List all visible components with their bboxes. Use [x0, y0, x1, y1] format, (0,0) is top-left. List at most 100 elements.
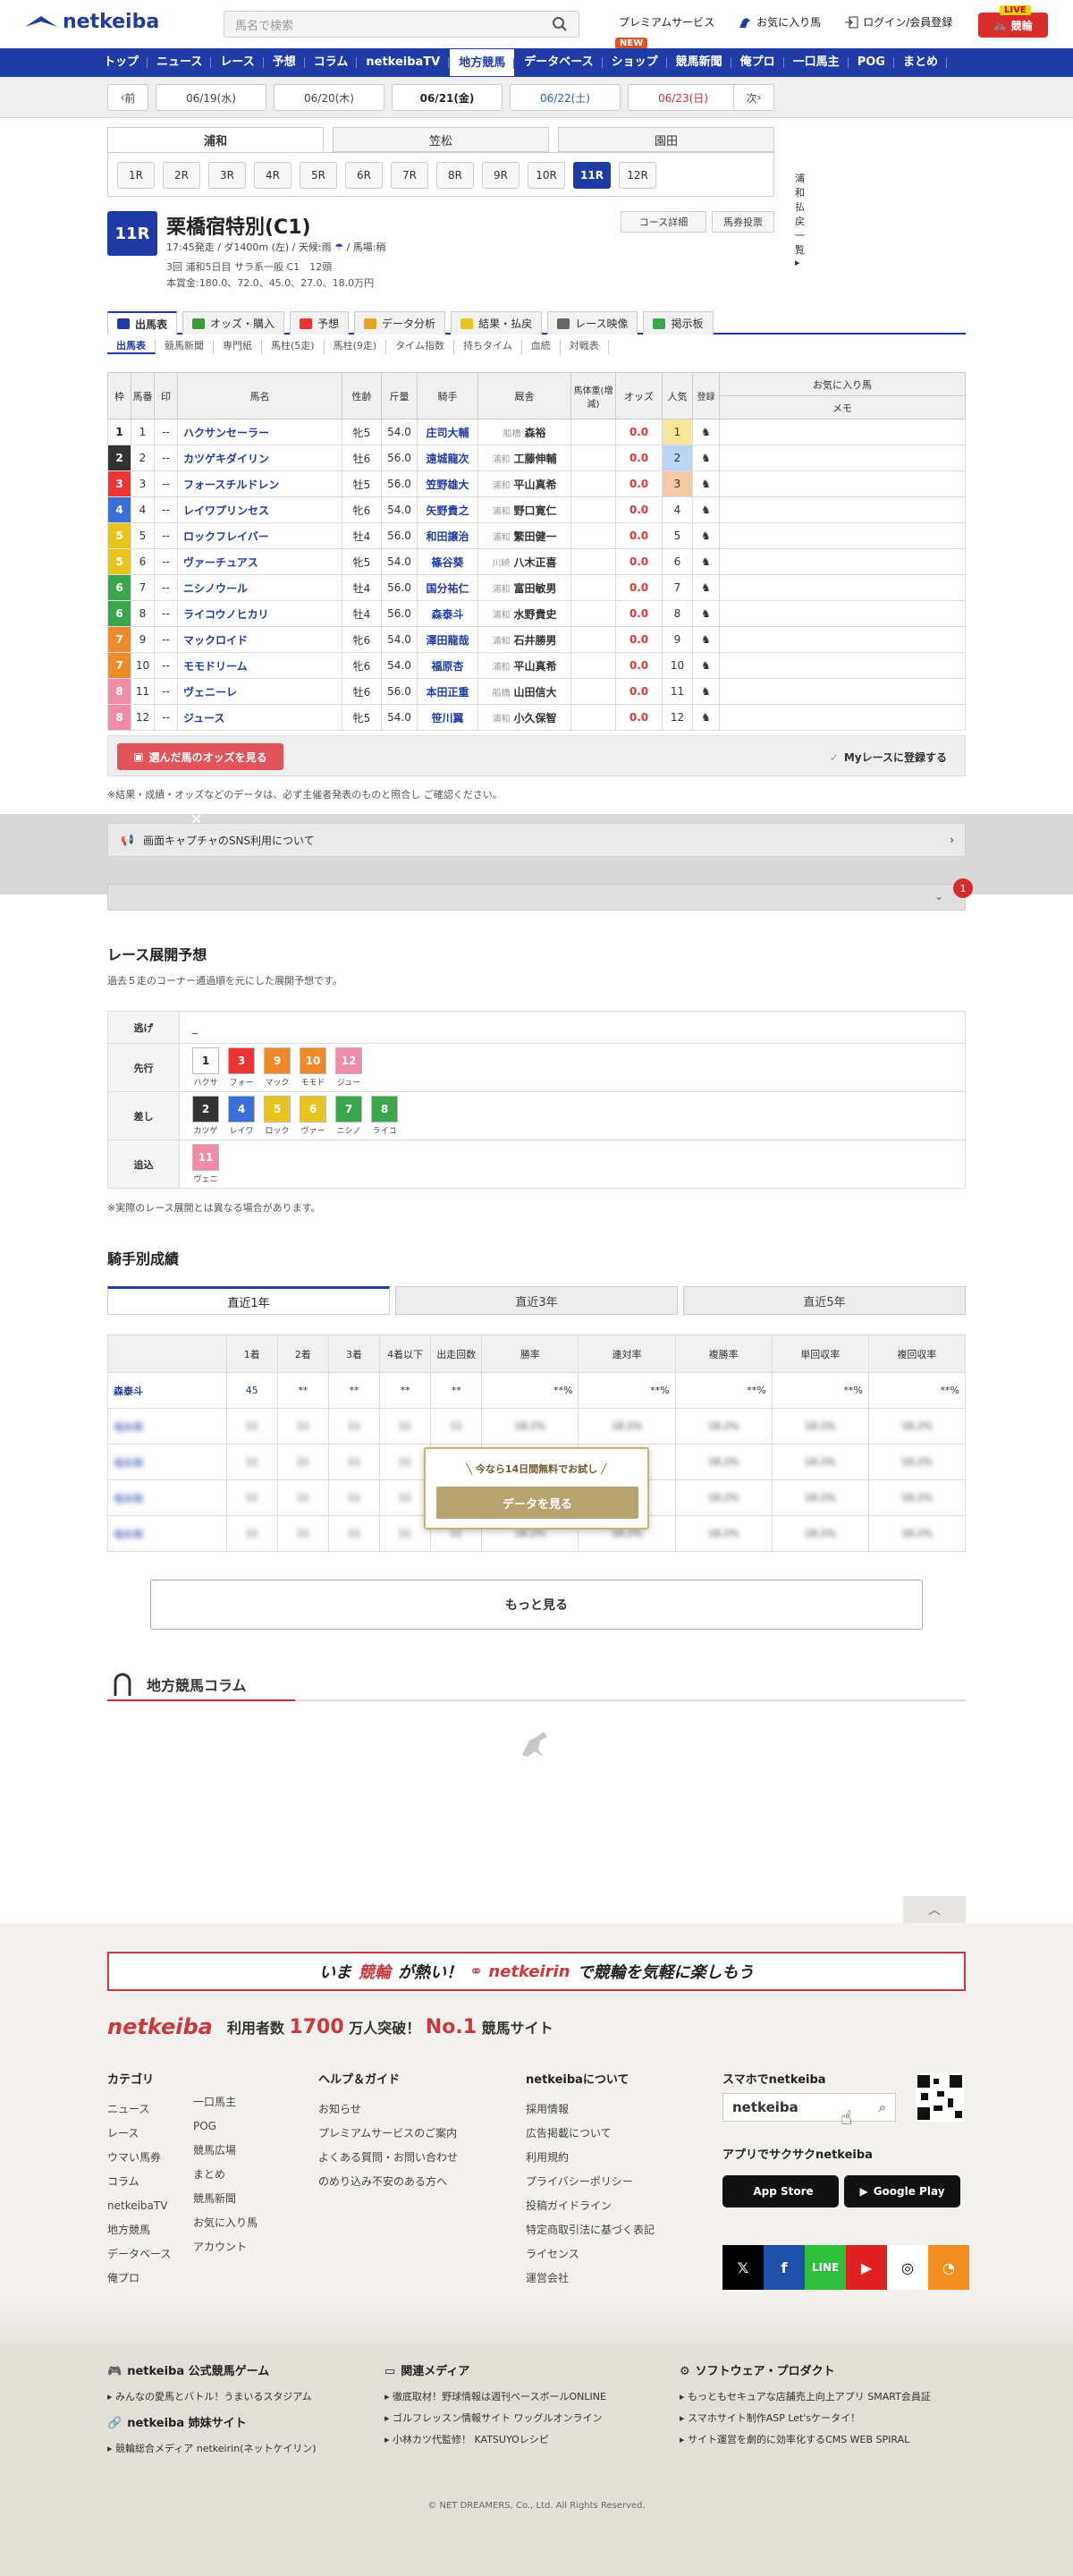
memo-cell[interactable]	[719, 626, 966, 653]
register-cell[interactable]: ♞	[692, 445, 720, 471]
register-horse-icon[interactable]: ♞	[701, 581, 711, 594]
memo-cell[interactable]	[719, 548, 966, 575]
horse-chip[interactable]: 3 フォー	[228, 1047, 255, 1088]
date-tab[interactable]: 06/19(水)	[156, 84, 266, 111]
register-cell[interactable]: ♞	[692, 548, 720, 575]
footer-media-link[interactable]: ▸ ゴルフレッスン情報サイト ワッグルオンライン	[384, 2408, 606, 2429]
appstore-button[interactable]: App Store	[722, 2175, 839, 2207]
trainer-cell[interactable]: 浦和 繁田健一	[477, 522, 571, 549]
sister-link[interactable]: ▸ 競輪総合メディア netkeirin(ネットケイリン)	[107, 2438, 317, 2460]
mark-cell[interactable]: --	[154, 548, 178, 575]
race-button[interactable]: 8R	[436, 162, 474, 189]
mark-cell[interactable]: --	[154, 445, 178, 471]
footer-link[interactable]: ライセンス	[526, 2242, 655, 2267]
horse-chip[interactable]: 6 ヴァー	[300, 1096, 326, 1136]
favorite-horses-link[interactable]: お気に入り馬	[738, 14, 821, 30]
memo-cell[interactable]	[719, 419, 966, 445]
register-cell[interactable]: ♞	[692, 704, 720, 731]
mark-cell[interactable]: --	[154, 652, 178, 679]
jockey-link[interactable]: 澤田龍哉	[417, 626, 478, 653]
jockey-link[interactable]: 笹川翼	[417, 704, 478, 731]
date-tab-active[interactable]: 06/21(金)	[392, 84, 503, 111]
subtab-item[interactable]: 馬柱(9走)	[325, 340, 387, 354]
register-cell[interactable]: ♞	[692, 496, 720, 523]
tab-item[interactable]: データ分析	[354, 311, 446, 335]
horse-name-link[interactable]: モモドリーム	[177, 652, 342, 679]
sns-notice-bar[interactable]: 📢 画面キャプチャのSNS利用について ›	[107, 823, 966, 857]
instagram-icon[interactable]: ◎	[887, 2245, 928, 2290]
horse-chip[interactable]: 1 ハクサ	[192, 1047, 219, 1088]
footer-link[interactable]: 一口馬主	[193, 2090, 258, 2114]
footer-link[interactable]: ウマい馬券	[107, 2146, 171, 2170]
venue-tab-kasamatsu[interactable]: 笠松	[333, 127, 549, 152]
back-to-top-button[interactable]: ︿	[903, 1896, 966, 1923]
register-horse-icon[interactable]: ♞	[701, 426, 711, 438]
footer-link[interactable]: お知らせ	[318, 2097, 458, 2122]
register-cell[interactable]: ♞	[692, 574, 720, 601]
tab-5year[interactable]: 直近5年	[683, 1286, 966, 1315]
race-button[interactable]: 3R	[208, 162, 246, 189]
subtab-item[interactable]: 持ちタイム	[454, 340, 522, 354]
mark-cell[interactable]: --	[154, 419, 178, 445]
horse-chip[interactable]: 5 ロック	[264, 1096, 291, 1136]
col-header[interactable]: 斤量	[381, 372, 418, 419]
nav-item[interactable]: 地方競馬	[449, 48, 516, 77]
footer-link[interactable]: 運営会社	[526, 2267, 655, 2291]
horse-name-link[interactable]: ロックフレイバー	[177, 522, 342, 549]
col-header[interactable]: 馬名	[177, 372, 342, 419]
memo-cell[interactable]	[719, 496, 966, 523]
trainer-cell[interactable]: 浦和 平山真希	[477, 470, 571, 497]
footer-link[interactable]: アカウント	[193, 2235, 258, 2259]
col-header[interactable]: 馬番	[131, 372, 155, 419]
nav-item[interactable]: まとめ	[894, 48, 947, 77]
nav-item[interactable]: ショップ	[603, 48, 667, 77]
horse-name-link[interactable]: マックロイド	[177, 626, 342, 653]
register-cell[interactable]: ♞	[692, 652, 720, 679]
jockey-link[interactable]: 矢野貴之	[417, 496, 478, 523]
game-link[interactable]: ▸ みんなの愛馬とバトル！うまいるスタジアム	[107, 2386, 317, 2408]
date-tab[interactable]: 06/20(木)	[274, 84, 384, 111]
nav-item[interactable]: POG	[849, 48, 895, 77]
vote-button[interactable]: 馬券投票	[712, 211, 774, 233]
mark-cell[interactable]: --	[154, 626, 178, 653]
register-cell[interactable]: ♞	[692, 600, 720, 627]
footer-media-link[interactable]: ▸ もっともセキュアな店舗売上向上アプリ SMART会員証	[680, 2386, 931, 2408]
race-button[interactable]: 10R	[528, 162, 565, 189]
horse-chip[interactable]: 4 レイワ	[228, 1096, 255, 1136]
horse-name-link[interactable]: ニシノウール	[177, 574, 342, 601]
tab-item[interactable]: 結果・払戻	[451, 311, 543, 335]
memo-cell[interactable]	[719, 704, 966, 731]
horse-name-link[interactable]: レイワプリンセス	[177, 496, 342, 523]
my-race-button[interactable]: ✓ Myレースに登録する	[830, 750, 947, 765]
horse-name-link[interactable]: フォースチルドレン	[177, 470, 342, 497]
mark-cell[interactable]: --	[154, 704, 178, 731]
subtab-item[interactable]: 競馬新聞	[156, 340, 214, 354]
memo-cell[interactable]	[719, 652, 966, 679]
register-horse-icon[interactable]: ♞	[701, 452, 711, 464]
register-horse-icon[interactable]: ♞	[701, 478, 711, 490]
subtab-item[interactable]: 出馬表	[107, 340, 156, 354]
register-horse-icon[interactable]: ♞	[701, 555, 711, 568]
trainer-cell[interactable]: 浦和 富田敏男	[477, 574, 571, 601]
footer-link[interactable]: 地方競馬	[107, 2218, 171, 2242]
nav-item[interactable]: 競馬新聞	[667, 48, 731, 77]
search-input[interactable]: 馬名で検索	[224, 11, 579, 38]
subtab-item[interactable]: 馬柱(5走)	[262, 340, 325, 354]
memo-cell[interactable]	[719, 678, 966, 705]
footer-link[interactable]: 俺プロ	[107, 2267, 171, 2291]
register-horse-icon[interactable]: ♞	[701, 530, 711, 542]
mark-cell[interactable]: --	[154, 522, 178, 549]
horse-chip[interactable]: 12 ジュー	[335, 1047, 362, 1088]
memo-cell[interactable]	[719, 522, 966, 549]
googleplay-button[interactable]: ▶ Google Play	[844, 2175, 960, 2207]
subtab-item[interactable]: 血統	[522, 340, 561, 354]
jockey-cell[interactable]: 森泰斗	[107, 1372, 227, 1409]
race-button[interactable]: 4R	[254, 162, 291, 189]
register-horse-icon[interactable]: ♞	[701, 659, 711, 672]
phone-search-input[interactable]: netkeiba ⌕	[722, 2093, 896, 2122]
nav-item[interactable]: 一口馬主	[784, 48, 849, 77]
view-odds-button[interactable]: ▣ 選んだ馬のオッズを見る	[117, 743, 283, 770]
footer-link[interactable]: データベース	[107, 2242, 171, 2267]
footer-media-link[interactable]: ▸ サイト運営を劇的に効率化するCMS WEB SPIRAL	[680, 2429, 931, 2451]
tab-item[interactable]: レース映像	[547, 311, 638, 335]
